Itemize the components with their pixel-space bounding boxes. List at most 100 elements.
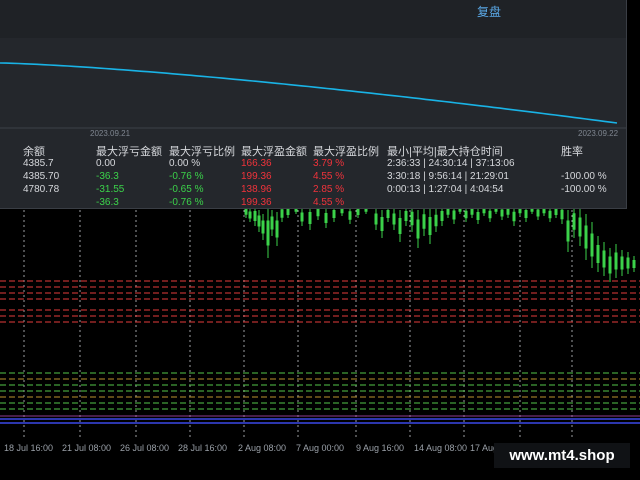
time-axis-label: 9 Aug 16:00 xyxy=(356,443,405,453)
candle-body xyxy=(470,208,474,215)
max-loss-pct-cell: -0.76 % xyxy=(169,171,204,182)
time-axis-label: 28 Jul 16:00 xyxy=(178,443,228,453)
candle-body xyxy=(280,209,284,218)
max-gain-pct-cell: 4.55 % xyxy=(313,197,345,208)
candle-body xyxy=(500,209,504,217)
candle-body xyxy=(316,208,320,217)
panel-toolbar: 复盘 xyxy=(0,0,626,38)
header-win-rate: 胜率 xyxy=(561,146,583,158)
max-loss-pct-cell: -0.65 % xyxy=(169,184,204,195)
candle-body xyxy=(261,220,265,234)
win-rate-cell: -100.00 % xyxy=(561,171,607,182)
max-gain-cell: 199.36 xyxy=(241,171,272,182)
candle-body xyxy=(248,211,252,219)
candle-body xyxy=(560,209,564,220)
candle-body xyxy=(524,210,528,218)
candle-body xyxy=(584,225,588,249)
candle-body xyxy=(506,208,510,215)
max-loss-pct-cell: 0.00 % xyxy=(169,158,201,169)
max-gain-cell: 138.96 xyxy=(241,184,272,195)
candle-body xyxy=(266,220,270,246)
candle-body xyxy=(512,211,516,222)
candle-body xyxy=(300,212,304,222)
candle-body xyxy=(434,214,438,227)
candle-body xyxy=(608,256,612,274)
balance-x-label-end: 2023.09.22 xyxy=(578,129,619,138)
header-max-gain-pct: 最大浮盈比例 xyxy=(313,146,379,158)
candle-body xyxy=(566,220,570,242)
candle-body xyxy=(422,214,426,229)
watermark: www.mt4.shop xyxy=(494,443,630,468)
candle-body xyxy=(253,211,257,221)
candle-body xyxy=(286,209,290,215)
balance-cell: 4385.7 xyxy=(23,158,54,169)
candle-body xyxy=(244,208,248,215)
candle-body xyxy=(332,210,336,218)
candle-body xyxy=(452,210,456,220)
candle-body xyxy=(488,210,492,219)
candle-body xyxy=(398,218,402,234)
candle-body xyxy=(392,213,396,225)
candle-body xyxy=(374,213,378,225)
balance-curve-chart xyxy=(0,62,626,129)
header-max-gain: 最大浮盈金额 xyxy=(241,146,307,158)
candle-body xyxy=(578,217,582,237)
candle-body xyxy=(308,212,312,224)
candle-body xyxy=(404,211,408,221)
backtest-report-panel: 复盘 2023.09.21 2023.09.22 余额 最大浮亏金额 最大浮亏比… xyxy=(0,0,627,209)
candle-body xyxy=(416,219,420,239)
candle-body xyxy=(275,220,279,238)
win-rate-cell: -100.00 % xyxy=(561,184,607,195)
header-balance: 余额 xyxy=(23,146,45,158)
max-loss-cell: -36.3 xyxy=(96,197,119,208)
hold-time-cell: 2:36:33 | 24:30:14 | 37:13:06 xyxy=(387,158,515,169)
mt4-chart-window: 18 Jul 16:00 21 Jul 08:00 26 Jul 08:00 28 J… xyxy=(0,0,640,480)
candle-body xyxy=(440,211,444,221)
candle-body xyxy=(536,209,540,217)
max-gain-pct-cell: 3.79 % xyxy=(313,158,345,169)
candle-body xyxy=(476,212,480,220)
candle-body xyxy=(386,210,390,218)
candle-body xyxy=(446,208,450,215)
candle-body xyxy=(632,260,636,268)
candle-body xyxy=(602,250,606,268)
balance-curve-line xyxy=(0,62,618,124)
candle-body xyxy=(380,217,384,231)
candle-body xyxy=(428,217,432,235)
replay-button[interactable]: 复盘 xyxy=(477,3,501,20)
candle-body xyxy=(620,256,624,270)
max-gain-pct-cell: 4.55 % xyxy=(313,171,345,182)
hold-time-cell: 3:30:18 | 9:56:14 | 21:29:01 xyxy=(387,171,509,182)
time-axis-label: 26 Jul 08:00 xyxy=(120,443,170,453)
header-hold-time: 最小|平均|最大持仓时间 xyxy=(387,146,503,158)
candle-body xyxy=(590,233,594,257)
candle-body xyxy=(572,213,576,230)
candle-body xyxy=(324,213,328,223)
hold-time-cell: 0:00:13 | 1:27:04 | 4:04:54 xyxy=(387,184,504,195)
candle-body xyxy=(464,210,468,219)
balance-x-label-start: 2023.09.21 xyxy=(90,129,131,138)
max-loss-cell: -31.55 xyxy=(96,184,125,195)
balance-cell: 4385.70 xyxy=(23,171,60,182)
header-max-loss: 最大浮亏金额 xyxy=(96,146,162,158)
candle-body xyxy=(596,245,600,263)
candle-body xyxy=(614,252,618,270)
max-gain-cell: 199.36 xyxy=(241,197,272,208)
max-loss-pct-cell: -0.76 % xyxy=(169,197,204,208)
candle-body xyxy=(626,257,630,269)
candle-body xyxy=(410,211,414,226)
max-loss-cell: 0.00 xyxy=(96,158,116,169)
time-axis-label: 18 Jul 16:00 xyxy=(4,443,54,453)
header-max-loss-pct: 最大浮亏比例 xyxy=(169,146,235,158)
max-gain-cell: 166.36 xyxy=(241,158,272,169)
max-loss-cell: -36.3 xyxy=(96,171,119,182)
max-gain-pct-cell: 2.85 % xyxy=(313,184,345,195)
balance-cell: 4780.78 xyxy=(23,184,60,195)
candle-body xyxy=(554,209,558,215)
time-axis-label: 2 Aug 08:00 xyxy=(238,443,287,453)
candle-body xyxy=(548,210,552,219)
time-axis-label: 7 Aug 00:00 xyxy=(296,443,345,453)
candle-body xyxy=(257,215,261,227)
candle-body xyxy=(270,216,274,230)
time-axis-label: 21 Jul 08:00 xyxy=(62,443,112,453)
